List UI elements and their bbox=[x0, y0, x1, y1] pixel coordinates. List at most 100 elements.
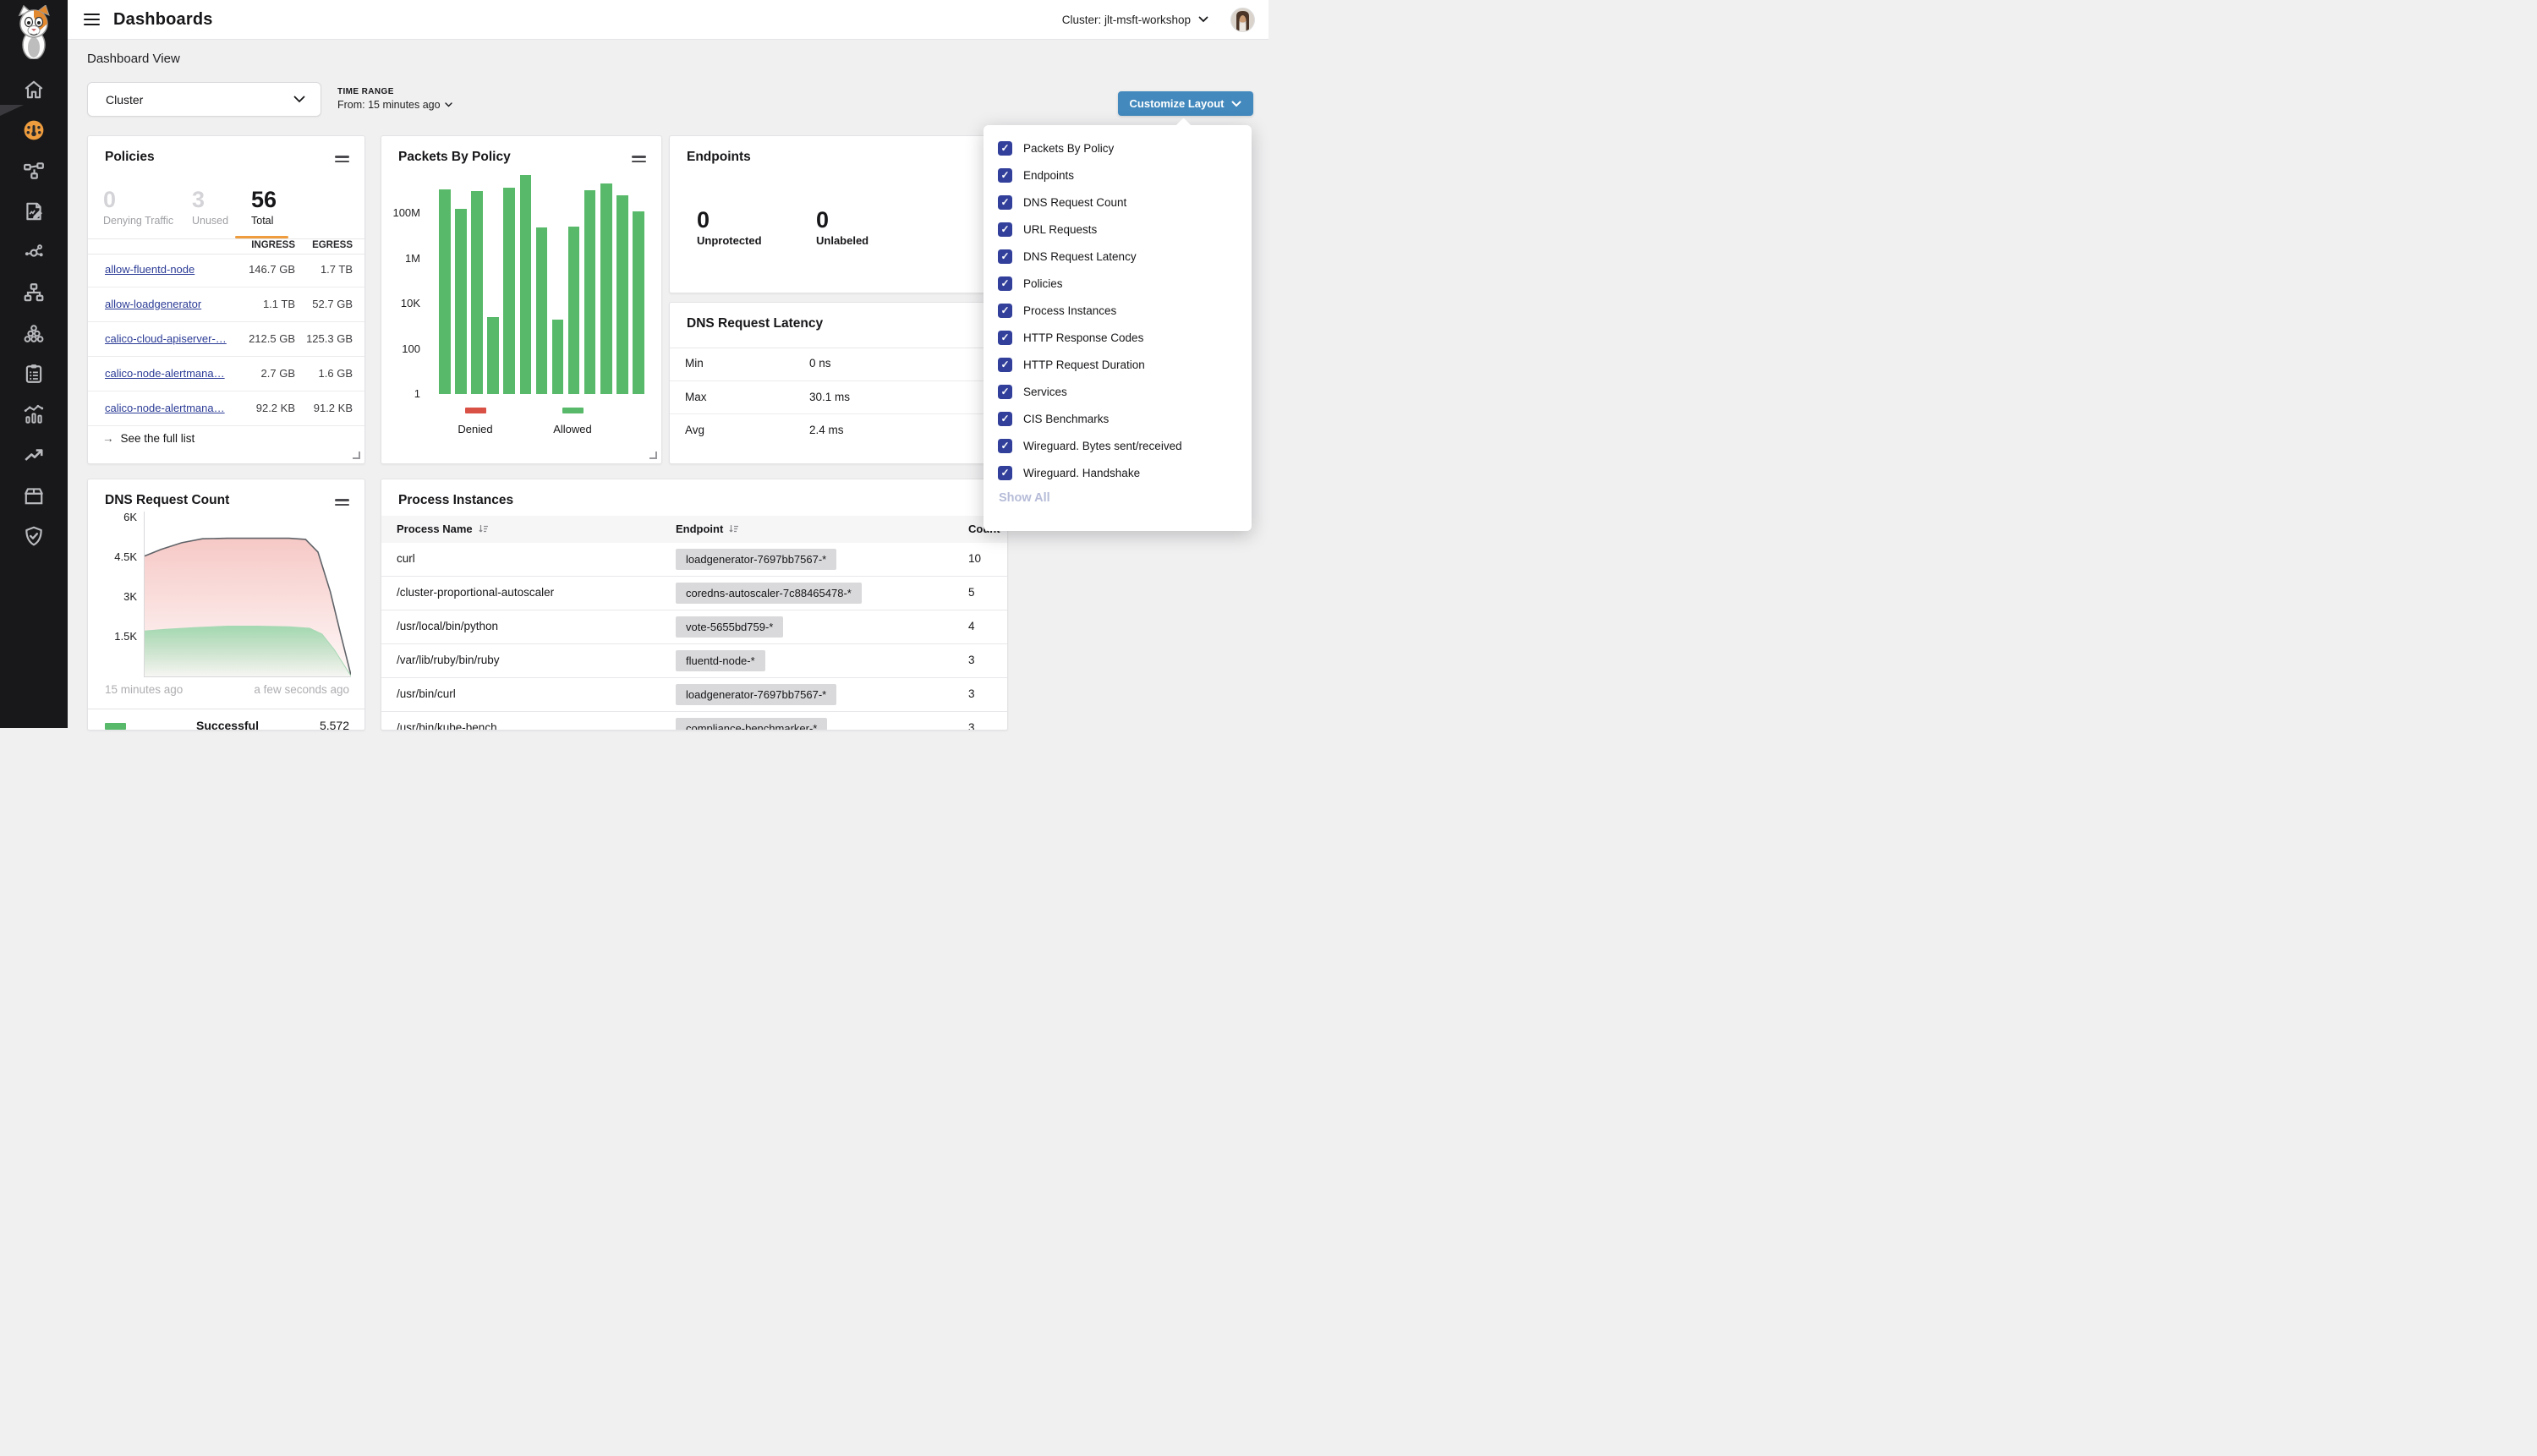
menu-item-packets-by-policy[interactable]: ✓Packets By Policy bbox=[984, 134, 1252, 161]
show-all-link[interactable]: Show All bbox=[999, 491, 1050, 505]
checkbox-checked-icon[interactable]: ✓ bbox=[998, 249, 1012, 264]
y-tick-label: 100M bbox=[383, 206, 420, 219]
process-count: 10 bbox=[968, 552, 981, 565]
dashboard-view-select[interactable]: Cluster bbox=[87, 82, 321, 117]
menu-item-wireguard-bytes-sent-received[interactable]: ✓Wireguard. Bytes sent/received bbox=[984, 432, 1252, 459]
sidebar-item-home[interactable] bbox=[0, 69, 68, 110]
allowed-bar[interactable] bbox=[487, 317, 499, 394]
allowed-bar[interactable] bbox=[584, 190, 596, 394]
bar-line-chart-icon bbox=[23, 403, 45, 425]
resize-handle[interactable] bbox=[353, 452, 360, 459]
policies-stat-total[interactable]: 56Total bbox=[251, 187, 277, 227]
sidebar-item-package[interactable] bbox=[0, 475, 68, 516]
checkbox-checked-icon[interactable]: ✓ bbox=[998, 195, 1012, 210]
checkbox-checked-icon[interactable]: ✓ bbox=[998, 304, 1012, 318]
menu-item-http-response-codes[interactable]: ✓HTTP Response Codes bbox=[984, 324, 1252, 351]
calico-cat-logo[interactable] bbox=[12, 5, 56, 59]
menu-item-dns-request-latency[interactable]: ✓DNS Request Latency bbox=[984, 243, 1252, 270]
checkbox-checked-icon[interactable]: ✓ bbox=[998, 331, 1012, 345]
sidebar-item-graph[interactable] bbox=[0, 232, 68, 272]
menu-item-endpoints[interactable]: ✓Endpoints bbox=[984, 161, 1252, 189]
allowed-bar[interactable] bbox=[552, 320, 564, 394]
checkbox-checked-icon[interactable]: ✓ bbox=[998, 412, 1012, 426]
menu-item-url-requests[interactable]: ✓URL Requests bbox=[984, 216, 1252, 243]
legend-item-allowed: Allowed bbox=[534, 402, 611, 435]
checkbox-checked-icon[interactable]: ✓ bbox=[998, 439, 1012, 453]
dns-request-count-card: DNS Request Count 6K4.5K3K1.5K 15 minute… bbox=[87, 479, 365, 731]
card-menu-icon[interactable] bbox=[632, 153, 646, 165]
sidebar-item-policy-edit[interactable] bbox=[0, 191, 68, 232]
menu-item-dns-request-count[interactable]: ✓DNS Request Count bbox=[984, 189, 1252, 216]
policies-stat-unused[interactable]: 3Unused bbox=[192, 187, 228, 227]
sidebar-item-sitemap[interactable] bbox=[0, 272, 68, 313]
legend-item-denied: Denied bbox=[437, 402, 513, 435]
policy-name-link[interactable]: calico-node-alertmana… bbox=[105, 402, 225, 414]
latency-row-min: Min0 ns bbox=[670, 348, 1004, 381]
time-range-value[interactable]: From: 15 minutes ago bbox=[337, 99, 452, 111]
menu-item-cis-benchmarks[interactable]: ✓CIS Benchmarks bbox=[984, 405, 1252, 432]
checkbox-checked-icon[interactable]: ✓ bbox=[998, 222, 1012, 237]
sidebar-item-flow[interactable] bbox=[0, 151, 68, 191]
policy-ingress-value: 92.2 KB bbox=[256, 402, 295, 414]
allowed-bar[interactable] bbox=[568, 227, 580, 394]
process-row: /usr/local/bin/pythonvote-5655bd759-*4 bbox=[381, 610, 1007, 644]
menu-item-process-instances[interactable]: ✓Process Instances bbox=[984, 297, 1252, 324]
column-header-egress: EGRESS bbox=[312, 240, 353, 250]
sidebar-item-shield-check[interactable] bbox=[0, 516, 68, 556]
cluster-selector[interactable]: Cluster: jlt-msft-workshop bbox=[1062, 14, 1208, 26]
policy-name-link[interactable]: calico-node-alertmana… bbox=[105, 367, 225, 380]
resize-handle[interactable] bbox=[649, 452, 657, 459]
checkbox-checked-icon[interactable]: ✓ bbox=[998, 141, 1012, 156]
sidebar-item-gauge-active[interactable] bbox=[0, 110, 68, 151]
policy-name-link[interactable]: calico-cloud-apiserver-… bbox=[105, 332, 227, 345]
menu-item-wireguard-handshake[interactable]: ✓Wireguard. Handshake bbox=[984, 459, 1252, 486]
shield-check-icon bbox=[23, 525, 45, 547]
sidebar-item-cluster-circles[interactable] bbox=[0, 313, 68, 353]
process-count: 3 bbox=[968, 687, 975, 700]
checkbox-checked-icon[interactable]: ✓ bbox=[998, 466, 1012, 480]
card-menu-icon[interactable] bbox=[335, 153, 349, 165]
checkbox-checked-icon[interactable]: ✓ bbox=[998, 276, 1012, 291]
policy-name-link[interactable]: allow-fluentd-node bbox=[105, 263, 195, 276]
checkbox-checked-icon[interactable]: ✓ bbox=[998, 358, 1012, 372]
allowed-bar[interactable] bbox=[520, 175, 532, 394]
card-menu-icon[interactable] bbox=[335, 496, 349, 508]
avatar[interactable] bbox=[1230, 8, 1255, 32]
dropdown-notch bbox=[1175, 118, 1191, 133]
allowed-bar[interactable] bbox=[633, 211, 644, 394]
policy-name-link[interactable]: allow-loadgenerator bbox=[105, 298, 201, 310]
checkbox-checked-icon[interactable]: ✓ bbox=[998, 385, 1012, 399]
policy-row: allow-loadgenerator1.1 TB52.7 GB bbox=[88, 287, 364, 322]
menu-item-policies[interactable]: ✓Policies bbox=[984, 270, 1252, 297]
allowed-bar[interactable] bbox=[455, 209, 467, 394]
trend-up-icon bbox=[23, 444, 45, 466]
sort-header-endpoint[interactable]: Endpoint bbox=[676, 523, 739, 535]
card-title: DNS Request Latency bbox=[687, 316, 823, 331]
allowed-bar[interactable] bbox=[600, 183, 612, 394]
menu-hamburger-icon[interactable] bbox=[84, 10, 100, 28]
process-row: /usr/bin/kube-benchcompliance-benchmarke… bbox=[381, 712, 1007, 731]
allowed-bar[interactable] bbox=[503, 188, 515, 394]
allowed-bar[interactable] bbox=[471, 191, 483, 394]
customize-layout-button[interactable]: Customize Layout bbox=[1118, 91, 1253, 116]
menu-item-http-request-duration[interactable]: ✓HTTP Request Duration bbox=[984, 351, 1252, 378]
endpoints-unlabeled-stat: 0 Unlabeled bbox=[816, 207, 868, 247]
allowed-bar[interactable] bbox=[439, 189, 451, 394]
sidebar-item-bar-line-chart[interactable] bbox=[0, 394, 68, 435]
see-full-list-link[interactable]: →See the full list bbox=[102, 432, 195, 445]
sidebar-item-clipboard[interactable] bbox=[0, 353, 68, 394]
process-row: /usr/bin/curlloadgenerator-7697bb7567-*3 bbox=[381, 678, 1007, 712]
allowed-bar[interactable] bbox=[616, 195, 628, 394]
time-range-label: TIME RANGE bbox=[337, 87, 452, 96]
endpoint-chip: vote-5655bd759-* bbox=[676, 616, 783, 638]
checkbox-checked-icon[interactable]: ✓ bbox=[998, 168, 1012, 183]
policies-stat-denying-traffic[interactable]: 0Denying Traffic bbox=[103, 187, 173, 227]
card-title: Packets By Policy bbox=[398, 150, 511, 165]
sort-header-process-name[interactable]: Process Name bbox=[397, 523, 489, 535]
allowed-bar[interactable] bbox=[536, 227, 548, 394]
policy-row: calico-node-alertmana…2.7 GB1.6 GB bbox=[88, 357, 364, 391]
card-title: Policies bbox=[105, 150, 155, 165]
menu-item-services[interactable]: ✓Services bbox=[984, 378, 1252, 405]
dns-area-chart bbox=[144, 512, 351, 677]
sidebar-item-trend-up[interactable] bbox=[0, 435, 68, 475]
